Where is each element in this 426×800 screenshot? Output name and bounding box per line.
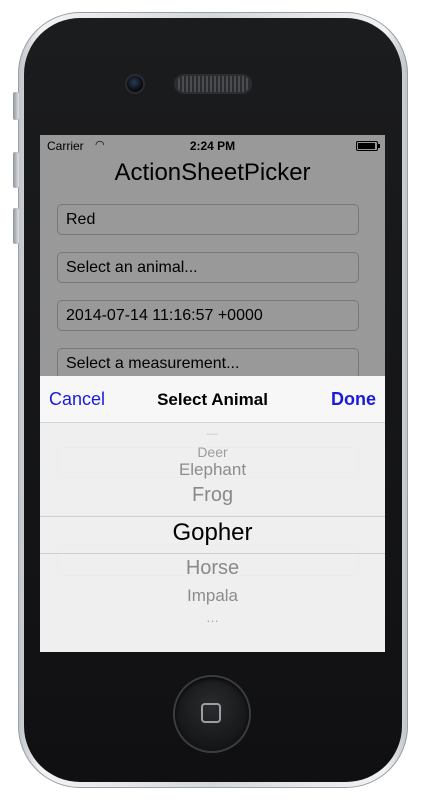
done-button[interactable]: Done [331, 389, 376, 410]
picker-item-faded: — [207, 428, 218, 440]
home-button[interactable] [175, 677, 249, 751]
mute-switch [13, 92, 19, 120]
home-square-icon [201, 703, 221, 723]
picker-item-faded: … [206, 610, 219, 625]
front-camera [127, 76, 143, 92]
picker-item[interactable]: Deer [40, 444, 385, 460]
volume-up-button [13, 152, 19, 188]
volume-down-button [13, 208, 19, 244]
picker-item[interactable]: Horse [40, 557, 385, 580]
action-sheet: Cancel Select Animal Done — Deer Elephan… [40, 376, 385, 652]
picker-item[interactable]: Elephant [40, 460, 385, 480]
picker-item[interactable]: Impala [40, 586, 385, 606]
selection-indicator-bottom [40, 553, 385, 554]
picker-item-selected[interactable]: Gopher [40, 519, 385, 547]
picker-item[interactable]: Frog [40, 484, 385, 507]
screen: Carrier ◠ 2:24 PM ActionSheetPicker Red … [40, 135, 385, 652]
earpiece-speaker [176, 76, 250, 92]
animal-picker[interactable]: — Deer Elephant Frog Gopher Horse Impala… [40, 423, 385, 652]
action-sheet-toolbar: Cancel Select Animal Done [40, 376, 385, 423]
selection-indicator-top [40, 516, 385, 517]
